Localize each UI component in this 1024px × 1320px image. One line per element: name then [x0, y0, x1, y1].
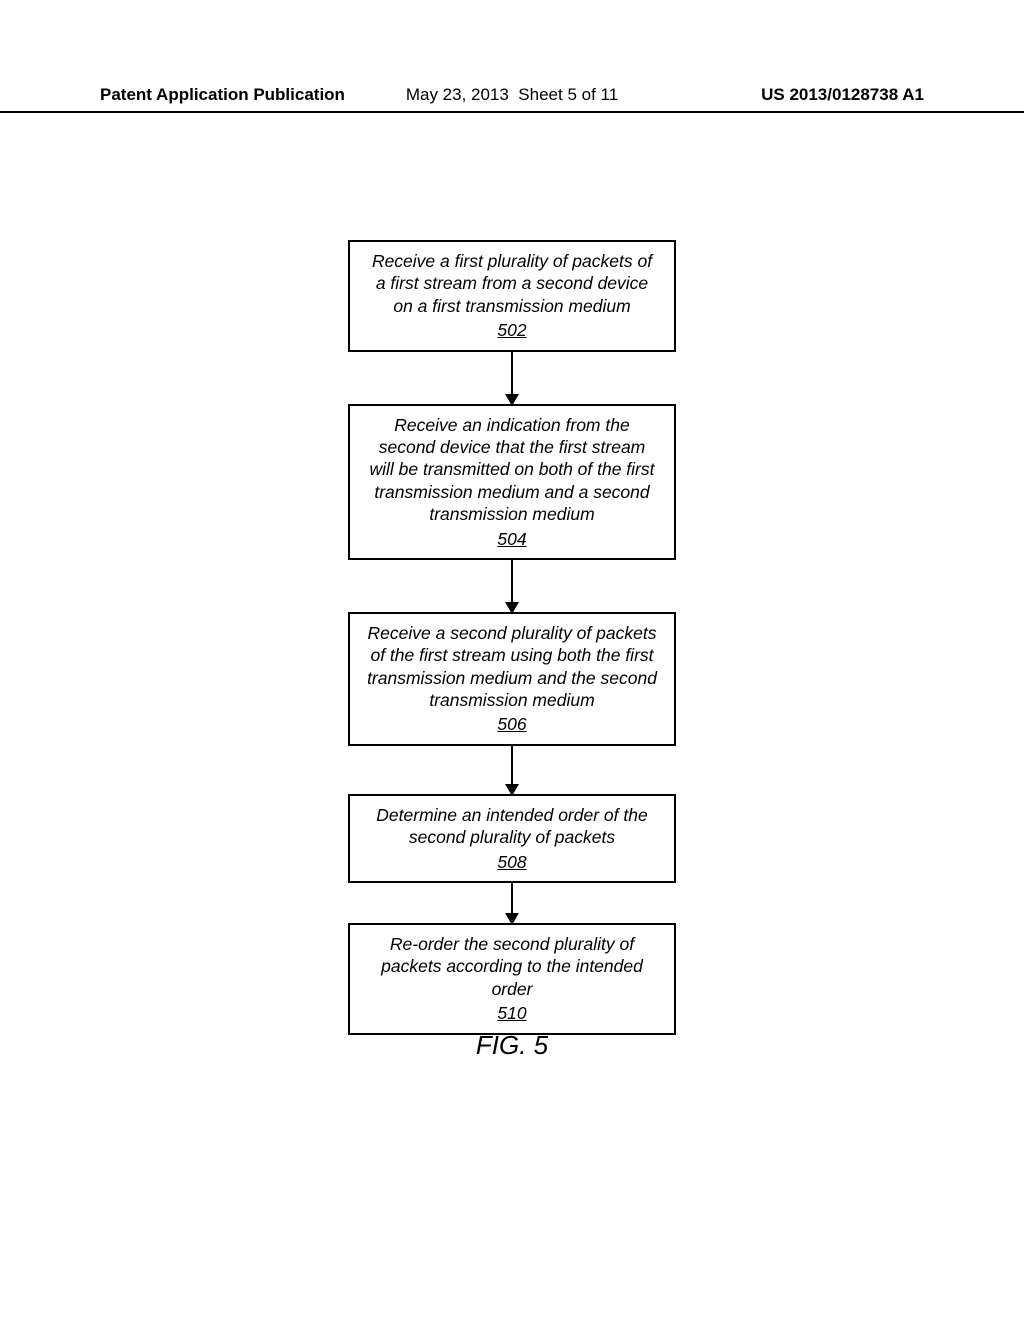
flowchart-step-502: Receive a first plurality of packets of … — [348, 240, 676, 352]
step-text: Determine an intended order of the secon… — [376, 805, 647, 847]
flowchart-arrow — [511, 883, 513, 923]
header-date-sheet: May 23, 2013 Sheet 5 of 11 — [406, 85, 618, 105]
step-ref: 506 — [366, 713, 658, 735]
flowchart-step-510: Re-order the second plurality of packets… — [348, 923, 676, 1035]
step-text: Receive a first plurality of packets of … — [372, 251, 652, 316]
header-publication-type: Patent Application Publication — [100, 85, 345, 105]
step-text: Receive a second plurality of packets of… — [367, 623, 657, 710]
flowchart-step-506: Receive a second plurality of packets of… — [348, 612, 676, 746]
flowchart-step-508: Determine an intended order of the secon… — [348, 794, 676, 883]
step-ref: 502 — [366, 319, 658, 341]
flowchart-arrow — [511, 352, 513, 404]
header-pub-number: US 2013/0128738 A1 — [761, 85, 924, 105]
step-ref: 510 — [366, 1002, 658, 1024]
step-text: Receive an indication from the second de… — [370, 415, 655, 525]
step-ref: 504 — [366, 528, 658, 550]
figure-label: FIG. 5 — [476, 1030, 548, 1061]
header-sheet: Sheet 5 of 11 — [518, 85, 618, 104]
flowchart-step-504: Receive an indication from the second de… — [348, 404, 676, 560]
flowchart-arrow — [511, 746, 513, 794]
header-date: May 23, 2013 — [406, 85, 509, 104]
page-header: Patent Application Publication May 23, 2… — [0, 85, 1024, 113]
step-text: Re-order the second plurality of packets… — [381, 934, 643, 999]
flowchart: Receive a first plurality of packets of … — [348, 240, 676, 1035]
step-ref: 508 — [366, 851, 658, 873]
flowchart-arrow — [511, 560, 513, 612]
